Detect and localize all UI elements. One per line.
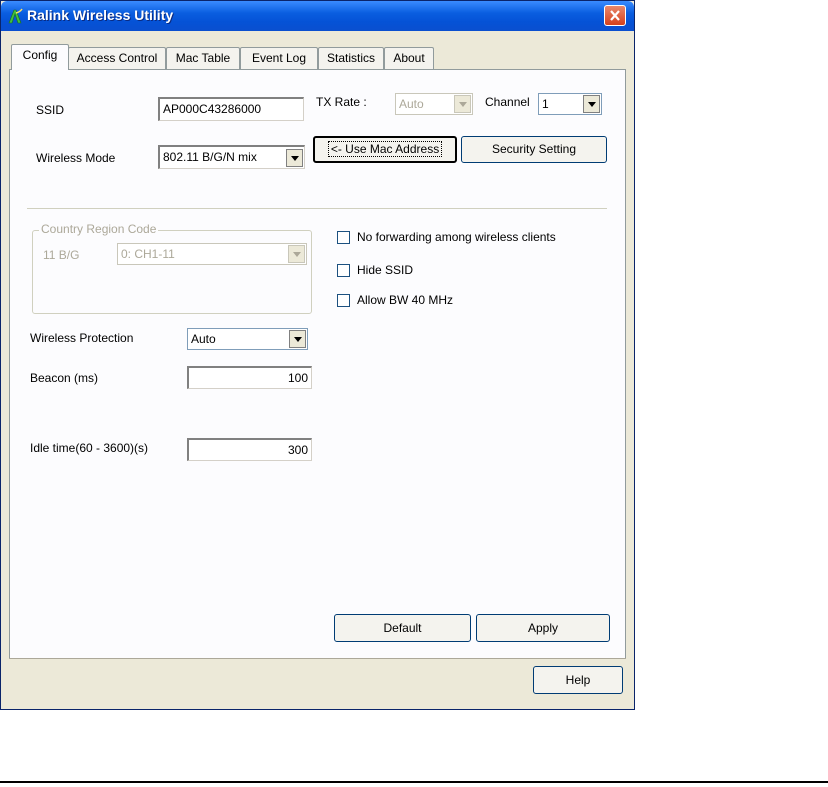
tx-rate-value: Auto	[399, 97, 424, 111]
channel-select[interactable]: 1	[538, 93, 602, 115]
chevron-down-icon[interactable]	[583, 95, 600, 113]
wireless-mode-value: 802.11 B/G/N mix	[163, 150, 257, 164]
ssid-label: SSID	[36, 103, 65, 117]
tab-config[interactable]: Config	[11, 44, 69, 70]
page-rule	[0, 781, 828, 783]
tab-label: Config	[22, 48, 58, 62]
tx-rate-select: Auto	[395, 93, 473, 115]
window-title: Ralink Wireless Utility	[27, 7, 174, 23]
divider	[27, 208, 607, 209]
beacon-label: Beacon (ms)	[30, 371, 99, 385]
security-setting-button[interactable]: Security Setting	[461, 136, 607, 163]
idle-time-input[interactable]: 300	[187, 438, 312, 461]
hide-ssid-checkbox[interactable]	[337, 264, 350, 277]
tx-rate-label: TX Rate :	[316, 95, 367, 109]
help-button[interactable]: Help	[533, 666, 623, 694]
ssid-input[interactable]: AP000C43286000	[158, 97, 304, 121]
no-forwarding-checkbox[interactable]	[337, 231, 350, 244]
close-icon	[610, 10, 620, 21]
allow-bw-checkbox[interactable]	[337, 294, 350, 307]
tab-mac-table[interactable]: Mac Table	[166, 47, 240, 69]
apply-button[interactable]: Apply	[476, 614, 610, 642]
tab-label: Access Control	[76, 51, 158, 65]
idle-time-label: Idle time(60 - 3600)(s)	[30, 441, 149, 455]
tab-access-control[interactable]: Access Control	[68, 47, 166, 69]
ralink-app-icon	[8, 8, 23, 24]
hide-ssid-label: Hide SSID	[357, 263, 414, 277]
use-mac-address-label: <- Use Mac Address	[327, 141, 443, 157]
tab-label: About	[393, 51, 425, 65]
channel-value: 1	[542, 97, 549, 111]
country-band-label: 11 B/G	[43, 248, 80, 262]
chevron-down-icon	[288, 245, 305, 263]
country-region-legend: Country Region Code	[39, 222, 159, 236]
use-mac-address-button[interactable]: <- Use Mac Address	[313, 136, 457, 163]
country-region-value: 0: CH1-11	[121, 247, 175, 261]
wireless-protection-label: Wireless Protection	[30, 331, 134, 345]
divider	[9, 658, 626, 659]
country-region-select: 0: CH1-11	[117, 243, 307, 265]
close-button[interactable]	[604, 5, 626, 26]
allow-bw-label: Allow BW 40 MHz	[357, 293, 454, 307]
utility-window: Ralink Wireless Utility Config Access Co…	[0, 0, 635, 710]
title-bar[interactable]: Ralink Wireless Utility	[1, 1, 634, 31]
wireless-mode-label: Wireless Mode	[36, 151, 116, 165]
channel-label: Channel	[485, 95, 530, 109]
tab-about[interactable]: About	[384, 47, 434, 69]
wireless-protection-select[interactable]: Auto	[187, 328, 308, 350]
wireless-protection-value: Auto	[191, 332, 216, 346]
no-forwarding-label: No forwarding among wireless clients	[357, 230, 556, 244]
tab-label: Mac Table	[175, 51, 231, 65]
tab-event-log[interactable]: Event Log	[240, 47, 318, 69]
chevron-down-icon	[454, 95, 471, 113]
chevron-down-icon[interactable]	[289, 330, 306, 348]
tab-statistics[interactable]: Statistics	[318, 47, 384, 69]
beacon-input[interactable]: 100	[187, 366, 312, 389]
default-button[interactable]: Default	[334, 614, 471, 642]
wireless-mode-select[interactable]: 802.11 B/G/N mix	[158, 145, 305, 169]
chevron-down-icon[interactable]	[286, 149, 303, 167]
tab-label: Event Log	[251, 51, 307, 65]
tab-label: Statistics	[326, 51, 375, 65]
